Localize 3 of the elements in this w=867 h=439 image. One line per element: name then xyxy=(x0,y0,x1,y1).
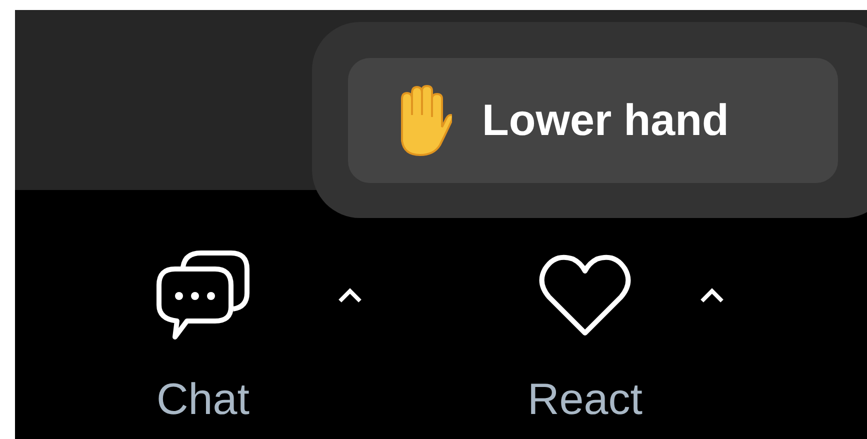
chat-button[interactable]: Chat xyxy=(133,190,273,439)
react-button[interactable]: React xyxy=(515,190,655,439)
lower-hand-button[interactable]: Lower hand xyxy=(348,58,838,183)
